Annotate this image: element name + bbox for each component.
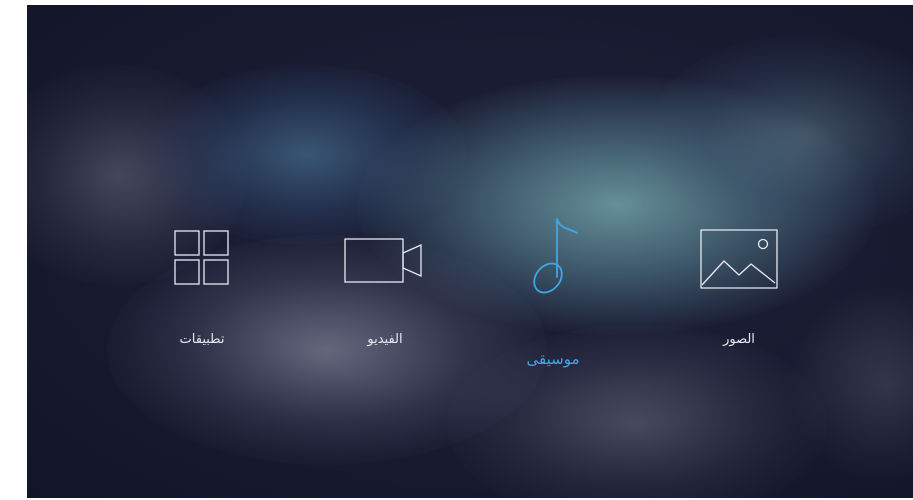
menu-item-apps[interactable]: تطبيقات <box>170 229 240 359</box>
background-glow <box>357 75 877 335</box>
menu-item-label: تطبيقات <box>179 332 225 347</box>
background-glow <box>647 35 913 235</box>
menu-item-photos[interactable]: الصور <box>699 229 779 359</box>
music-note-icon <box>533 218 578 294</box>
background-vignette <box>27 5 913 498</box>
background-glow <box>147 65 467 245</box>
background-glow <box>787 285 913 485</box>
picture-icon <box>700 229 778 289</box>
home-screen: تطبيقات الفيديو موسيقى الصور <box>27 5 913 498</box>
menu-item-label: موسيقى <box>526 350 580 368</box>
menu-item-label: الصور <box>723 332 755 347</box>
menu-item-label: الفيديو <box>367 332 403 347</box>
grid-icon <box>174 230 229 285</box>
video-camera-icon <box>344 238 422 283</box>
menu-item-video[interactable]: الفيديو <box>342 229 432 359</box>
menu-item-music[interactable]: موسيقى <box>527 215 597 375</box>
